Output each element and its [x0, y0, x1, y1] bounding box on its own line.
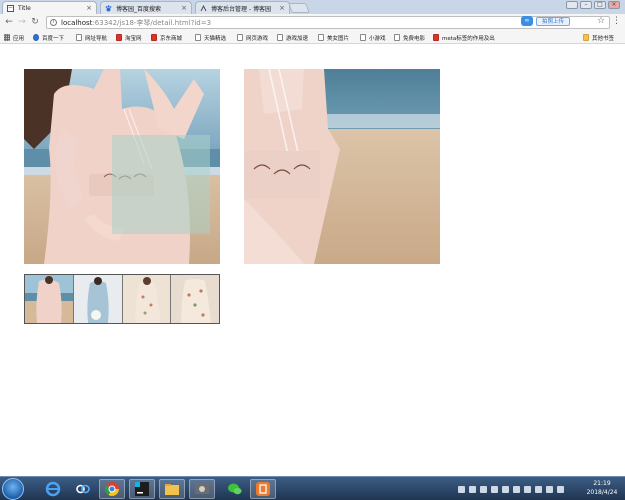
tab-baidu-search[interactable]: 博客园_百度搜索 × — [100, 1, 192, 14]
folder-icon — [583, 34, 589, 41]
new-tab-button[interactable] — [288, 3, 310, 13]
cnblogs-icon — [200, 4, 207, 12]
bookmark-meta-article[interactable]: meta标签的作用及出 — [433, 33, 495, 42]
bookmark-baidu[interactable]: 百度一下 — [33, 33, 64, 42]
thumbnail-1[interactable] — [25, 275, 74, 323]
minimize-icon[interactable]: – — [580, 1, 592, 9]
chrome-icon[interactable] — [99, 479, 125, 499]
thumbnail-4[interactable] — [171, 275, 219, 323]
webstorm-icon[interactable] — [129, 479, 155, 499]
tab-label: 博客后台管理 - 博客园 — [211, 5, 271, 13]
page-icon — [360, 34, 366, 41]
url-path: :63342/js18-李琴/detail.html?id=3 — [92, 18, 212, 27]
jd-icon — [151, 34, 157, 41]
bookmark-minigames[interactable]: 小游戏 — [360, 33, 386, 42]
update-icon[interactable] — [524, 485, 531, 493]
bookmark-webgames[interactable]: 网页游戏 — [237, 33, 268, 42]
photo-upload-extension[interactable]: ∞ 拍照上传 — [521, 16, 573, 26]
forward-icon[interactable]: → — [17, 17, 27, 27]
main-product-image[interactable] — [24, 69, 220, 264]
bluetooth-icon[interactable] — [513, 485, 520, 493]
tab-label: Title — [18, 4, 31, 12]
window-close-icon[interactable]: × — [608, 1, 620, 9]
bookmark-jd[interactable]: 京东商城 — [151, 33, 182, 42]
bookmark-movies[interactable]: 免费电影 — [394, 33, 425, 42]
url-host: localhost — [61, 18, 93, 27]
bookmark-game-accel[interactable]: 游戏加速 — [277, 33, 308, 42]
cloud-sync-icon[interactable] — [535, 485, 542, 493]
thumbnail-2[interactable] — [73, 275, 123, 323]
tab-strip: Title × 博客园_百度搜索 × 博客后台管理 - 博客园 × – □ × — [0, 0, 625, 14]
wps-presentation-icon[interactable] — [250, 479, 276, 499]
page-icon — [76, 34, 82, 41]
tray-chevron-icon[interactable] — [458, 485, 465, 493]
cloud-icon: ∞ — [521, 16, 533, 26]
wifi-icon[interactable] — [469, 485, 476, 493]
zoomed-product-image — [244, 69, 440, 264]
bookmarks-bar: 应用 百度一下 网址导航 淘宝网 京东商城 天猫精选 网页游戏 游戏加速 美女图… — [0, 31, 625, 44]
flag-icon[interactable] — [546, 485, 553, 493]
page-icon — [394, 34, 400, 41]
other-bookmarks[interactable]: 其他书签 — [583, 33, 614, 42]
system-tray — [458, 483, 564, 495]
apps-grid-icon — [4, 34, 10, 41]
baidu-paw-icon — [33, 34, 39, 41]
bookmark-pictures[interactable]: 美女图片 — [318, 33, 349, 42]
menu-icon[interactable]: ⋮ — [612, 16, 621, 26]
taobao-icon — [116, 34, 122, 41]
page-icon — [237, 34, 243, 41]
photo-viewer-icon[interactable] — [189, 479, 215, 499]
network-icon[interactable] — [502, 485, 509, 493]
thumbnail-3[interactable] — [122, 275, 172, 323]
tab-close-icon[interactable]: × — [181, 4, 187, 12]
zoom-lens[interactable] — [112, 135, 210, 234]
reload-icon[interactable]: ↻ — [30, 17, 40, 27]
bookmark-taobao[interactable]: 淘宝网 — [116, 33, 142, 42]
address-toolbar: ← → ↻ i localhost:63342/js18-李琴/detail.h… — [0, 14, 625, 31]
page-icon — [318, 34, 324, 41]
clock-time: 21:19 — [593, 480, 611, 487]
wechat-icon[interactable] — [222, 479, 248, 499]
maximize-icon[interactable]: □ — [594, 1, 606, 9]
tab-close-icon[interactable]: × — [86, 4, 92, 12]
upload-photo-button[interactable]: 拍照上传 — [536, 16, 571, 26]
file-explorer-icon[interactable] — [159, 479, 185, 499]
input-method-icon[interactable] — [480, 485, 487, 493]
bookmark-star-icon[interactable]: ☆ — [597, 16, 605, 26]
tab-cnblogs-admin[interactable]: 博客后台管理 - 博客园 × — [195, 1, 290, 14]
bookmark-tmall[interactable]: 天猫精选 — [195, 33, 226, 42]
back-icon[interactable]: ← — [4, 17, 14, 27]
security-icon[interactable] — [491, 485, 498, 493]
bookmark-nav[interactable]: 网址导航 — [76, 33, 107, 42]
ie-icon[interactable] — [40, 479, 66, 499]
page-icon — [277, 34, 283, 41]
baidu-paw-icon — [105, 4, 112, 12]
tab-label: 博客园_百度搜索 — [116, 5, 162, 13]
volume-icon[interactable] — [557, 485, 564, 493]
user-icon[interactable] — [566, 1, 578, 9]
page-icon — [195, 34, 201, 41]
taskbar: 21:19 2018/4/24 — [0, 476, 625, 500]
system-clock[interactable]: 21:19 2018/4/24 — [582, 479, 622, 497]
bookmark-apps[interactable]: 应用 — [4, 33, 24, 42]
start-button[interactable] — [2, 478, 24, 500]
clock-date: 2018/4/24 — [586, 489, 618, 496]
thumbnail-strip — [24, 274, 220, 324]
tab-close-icon[interactable]: × — [279, 4, 285, 12]
csdn-icon — [433, 34, 439, 41]
tab-title[interactable]: Title × — [2, 1, 97, 14]
page-icon — [7, 4, 14, 12]
site-info-icon[interactable]: i — [50, 19, 57, 26]
baidu-netdisk-icon[interactable] — [70, 479, 96, 499]
